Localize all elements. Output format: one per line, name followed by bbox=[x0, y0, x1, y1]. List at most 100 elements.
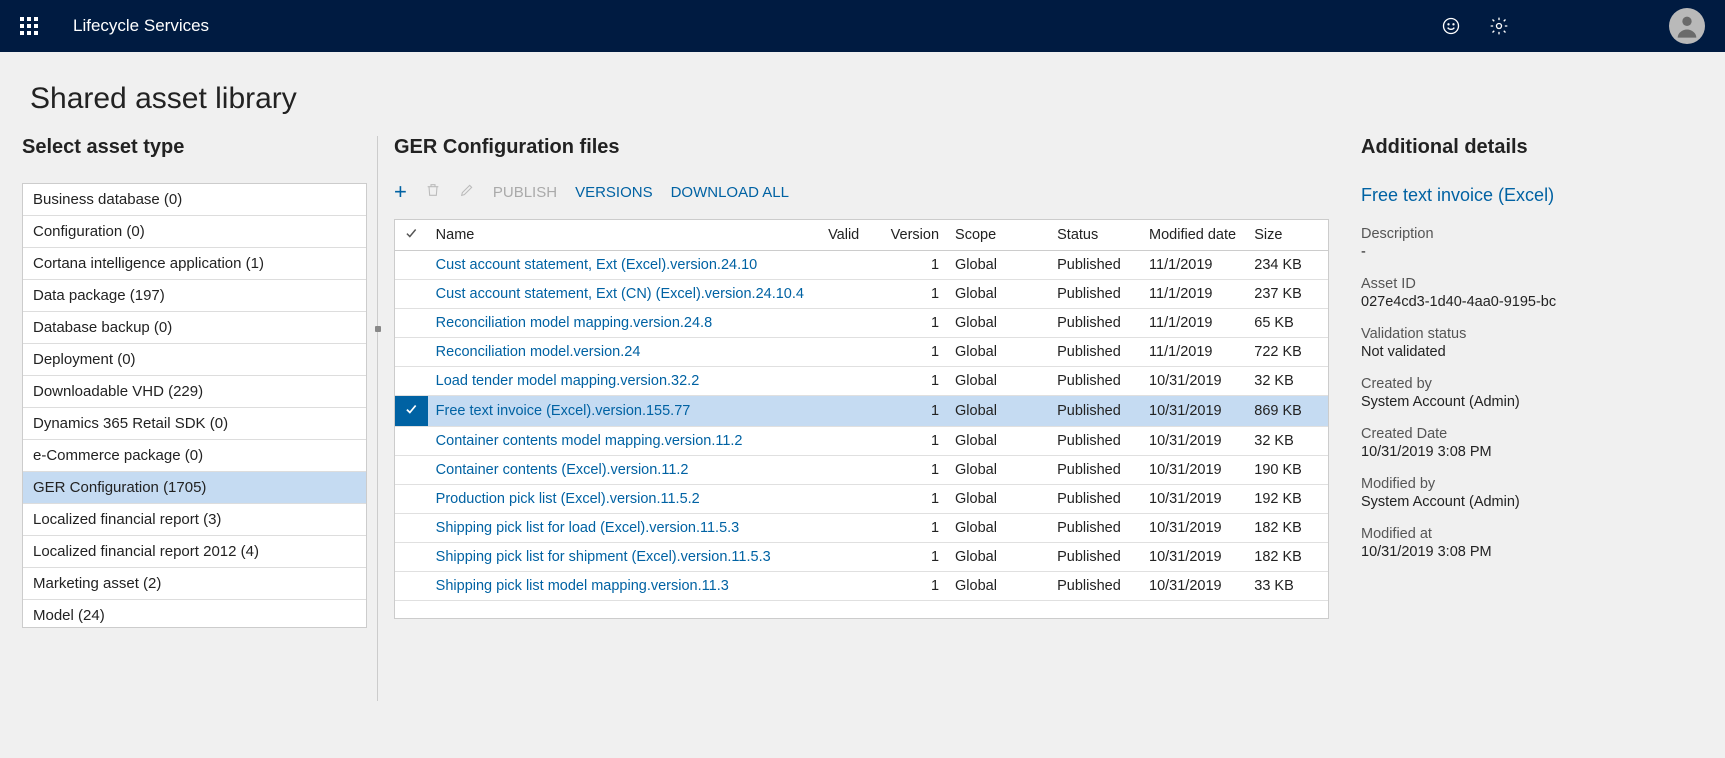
file-name-link[interactable]: Container contents model mapping.version… bbox=[436, 433, 743, 449]
table-row[interactable]: Cust account statement, Ext (Excel).vers… bbox=[395, 251, 1328, 280]
cell-status: Published bbox=[1049, 338, 1141, 367]
created-by-label: Created by bbox=[1361, 376, 1701, 392]
table-row[interactable]: Free text invoice (Excel).version.155.77… bbox=[395, 396, 1328, 427]
app-launcher-icon[interactable] bbox=[20, 17, 38, 35]
col-size[interactable]: Size bbox=[1246, 220, 1328, 251]
sidebar-item[interactable]: Dynamics 365 Retail SDK (0) bbox=[23, 408, 366, 440]
sidebar-item[interactable]: GER Configuration (1705) bbox=[23, 472, 366, 504]
col-status[interactable]: Status bbox=[1049, 220, 1141, 251]
cell-modified: 10/31/2019 bbox=[1141, 572, 1246, 601]
cell-valid bbox=[820, 396, 881, 427]
feedback-smile-icon[interactable] bbox=[1441, 16, 1461, 36]
row-checkbox[interactable] bbox=[395, 280, 428, 309]
row-checkbox[interactable] bbox=[395, 309, 428, 338]
cell-status: Published bbox=[1049, 456, 1141, 485]
row-checkbox[interactable] bbox=[395, 338, 428, 367]
file-name-link[interactable]: Production pick list (Excel).version.11.… bbox=[436, 491, 700, 507]
publish-button: PUBLISH bbox=[493, 184, 557, 201]
col-scope[interactable]: Scope bbox=[947, 220, 1049, 251]
cell-name: Free text invoice (Excel).version.155.77 bbox=[428, 396, 820, 427]
table-row[interactable]: Cust account statement, Ext (CN) (Excel)… bbox=[395, 280, 1328, 309]
table-row[interactable]: Load tender model mapping.version.32.21G… bbox=[395, 367, 1328, 396]
table-row[interactable]: Container contents model mapping.version… bbox=[395, 427, 1328, 456]
cell-modified: 10/31/2019 bbox=[1141, 396, 1246, 427]
file-name-link[interactable]: Shipping pick list for shipment (Excel).… bbox=[436, 549, 771, 565]
cell-status: Published bbox=[1049, 514, 1141, 543]
table-row[interactable]: Shipping pick list for load (Excel).vers… bbox=[395, 514, 1328, 543]
cell-version: 1 bbox=[881, 251, 947, 280]
cell-modified: 10/31/2019 bbox=[1141, 485, 1246, 514]
cell-version: 1 bbox=[881, 572, 947, 601]
row-checkbox[interactable] bbox=[395, 251, 428, 280]
cell-version: 1 bbox=[881, 280, 947, 309]
file-name-link[interactable]: Load tender model mapping.version.32.2 bbox=[436, 373, 700, 389]
cell-name: Cust account statement, Ext (CN) (Excel)… bbox=[428, 280, 820, 309]
sidebar-item[interactable]: Localized financial report 2012 (4) bbox=[23, 536, 366, 568]
file-name-link[interactable]: Reconciliation model.version.24 bbox=[436, 344, 641, 360]
col-name[interactable]: Name bbox=[428, 220, 820, 251]
cell-scope: Global bbox=[947, 543, 1049, 572]
cell-status: Published bbox=[1049, 367, 1141, 396]
sidebar-item[interactable]: Data package (197) bbox=[23, 280, 366, 312]
col-version[interactable]: Version bbox=[881, 220, 947, 251]
cell-version: 1 bbox=[881, 338, 947, 367]
sidebar-item[interactable]: Configuration (0) bbox=[23, 216, 366, 248]
row-checkbox[interactable] bbox=[395, 572, 428, 601]
created-date-label: Created Date bbox=[1361, 426, 1701, 442]
download-all-button[interactable]: DOWNLOAD ALL bbox=[671, 184, 789, 201]
cell-valid bbox=[820, 367, 881, 396]
file-name-link[interactable]: Shipping pick list model mapping.version… bbox=[436, 578, 729, 594]
row-checkbox[interactable] bbox=[395, 427, 428, 456]
row-checkbox[interactable] bbox=[395, 514, 428, 543]
cell-name: Shipping pick list model mapping.version… bbox=[428, 572, 820, 601]
sidebar-item[interactable]: Database backup (0) bbox=[23, 312, 366, 344]
asset-id-value: 027e4cd3-1d40-4aa0-9195-bc bbox=[1361, 294, 1701, 310]
col-modified[interactable]: Modified date bbox=[1141, 220, 1246, 251]
page-title: Shared asset library bbox=[0, 52, 1725, 136]
table-row[interactable]: Reconciliation model mapping.version.24.… bbox=[395, 309, 1328, 338]
sidebar-item[interactable]: Downloadable VHD (229) bbox=[23, 376, 366, 408]
row-checkbox[interactable] bbox=[395, 396, 428, 427]
select-all-checkbox[interactable] bbox=[395, 220, 428, 251]
file-name-link[interactable]: Container contents (Excel).version.11.2 bbox=[436, 462, 689, 478]
file-name-link[interactable]: Reconciliation model mapping.version.24.… bbox=[436, 315, 712, 331]
sidebar-item[interactable]: e-Commerce package (0) bbox=[23, 440, 366, 472]
settings-gear-icon[interactable] bbox=[1489, 16, 1509, 36]
sidebar-item[interactable]: Marketing asset (2) bbox=[23, 568, 366, 600]
file-name-link[interactable]: Shipping pick list for load (Excel).vers… bbox=[436, 520, 740, 536]
row-checkbox[interactable] bbox=[395, 367, 428, 396]
sidebar-item[interactable]: Localized financial report (3) bbox=[23, 504, 366, 536]
row-checkbox[interactable] bbox=[395, 485, 428, 514]
pane-divider[interactable] bbox=[377, 136, 378, 701]
table-row[interactable]: Production pick list (Excel).version.11.… bbox=[395, 485, 1328, 514]
table-row[interactable]: Container contents (Excel).version.11.21… bbox=[395, 456, 1328, 485]
cell-valid bbox=[820, 572, 881, 601]
table-row[interactable]: Shipping pick list model mapping.version… bbox=[395, 572, 1328, 601]
sidebar-item[interactable]: Deployment (0) bbox=[23, 344, 366, 376]
details-asset-link[interactable]: Free text invoice (Excel) bbox=[1361, 185, 1701, 206]
cell-size: 32 KB bbox=[1246, 427, 1328, 456]
sidebar-item[interactable]: Cortana intelligence application (1) bbox=[23, 248, 366, 280]
file-name-link[interactable]: Free text invoice (Excel).version.155.77 bbox=[436, 403, 691, 419]
table-row[interactable]: Reconciliation model.version.241GlobalPu… bbox=[395, 338, 1328, 367]
row-checkbox[interactable] bbox=[395, 543, 428, 572]
cell-scope: Global bbox=[947, 280, 1049, 309]
row-checkbox[interactable] bbox=[395, 456, 428, 485]
user-avatar[interactable] bbox=[1669, 8, 1705, 44]
file-name-link[interactable]: Cust account statement, Ext (CN) (Excel)… bbox=[436, 286, 804, 302]
table-row[interactable]: Shipping pick list for shipment (Excel).… bbox=[395, 543, 1328, 572]
cell-name: Shipping pick list for shipment (Excel).… bbox=[428, 543, 820, 572]
add-icon[interactable]: + bbox=[394, 179, 407, 205]
file-name-link[interactable]: Cust account statement, Ext (Excel).vers… bbox=[436, 257, 758, 273]
versions-button[interactable]: VERSIONS bbox=[575, 184, 653, 201]
cell-size: 722 KB bbox=[1246, 338, 1328, 367]
col-valid[interactable]: Valid bbox=[820, 220, 881, 251]
cell-valid bbox=[820, 427, 881, 456]
cell-modified: 10/31/2019 bbox=[1141, 367, 1246, 396]
cell-scope: Global bbox=[947, 367, 1049, 396]
details-title: Additional details bbox=[1361, 136, 1701, 159]
brand-title[interactable]: Lifecycle Services bbox=[73, 16, 209, 36]
sidebar-item[interactable]: Business database (0) bbox=[23, 184, 366, 216]
horizontal-scrollbar[interactable] bbox=[22, 730, 1570, 748]
sidebar-item[interactable]: Model (24) bbox=[23, 600, 366, 628]
